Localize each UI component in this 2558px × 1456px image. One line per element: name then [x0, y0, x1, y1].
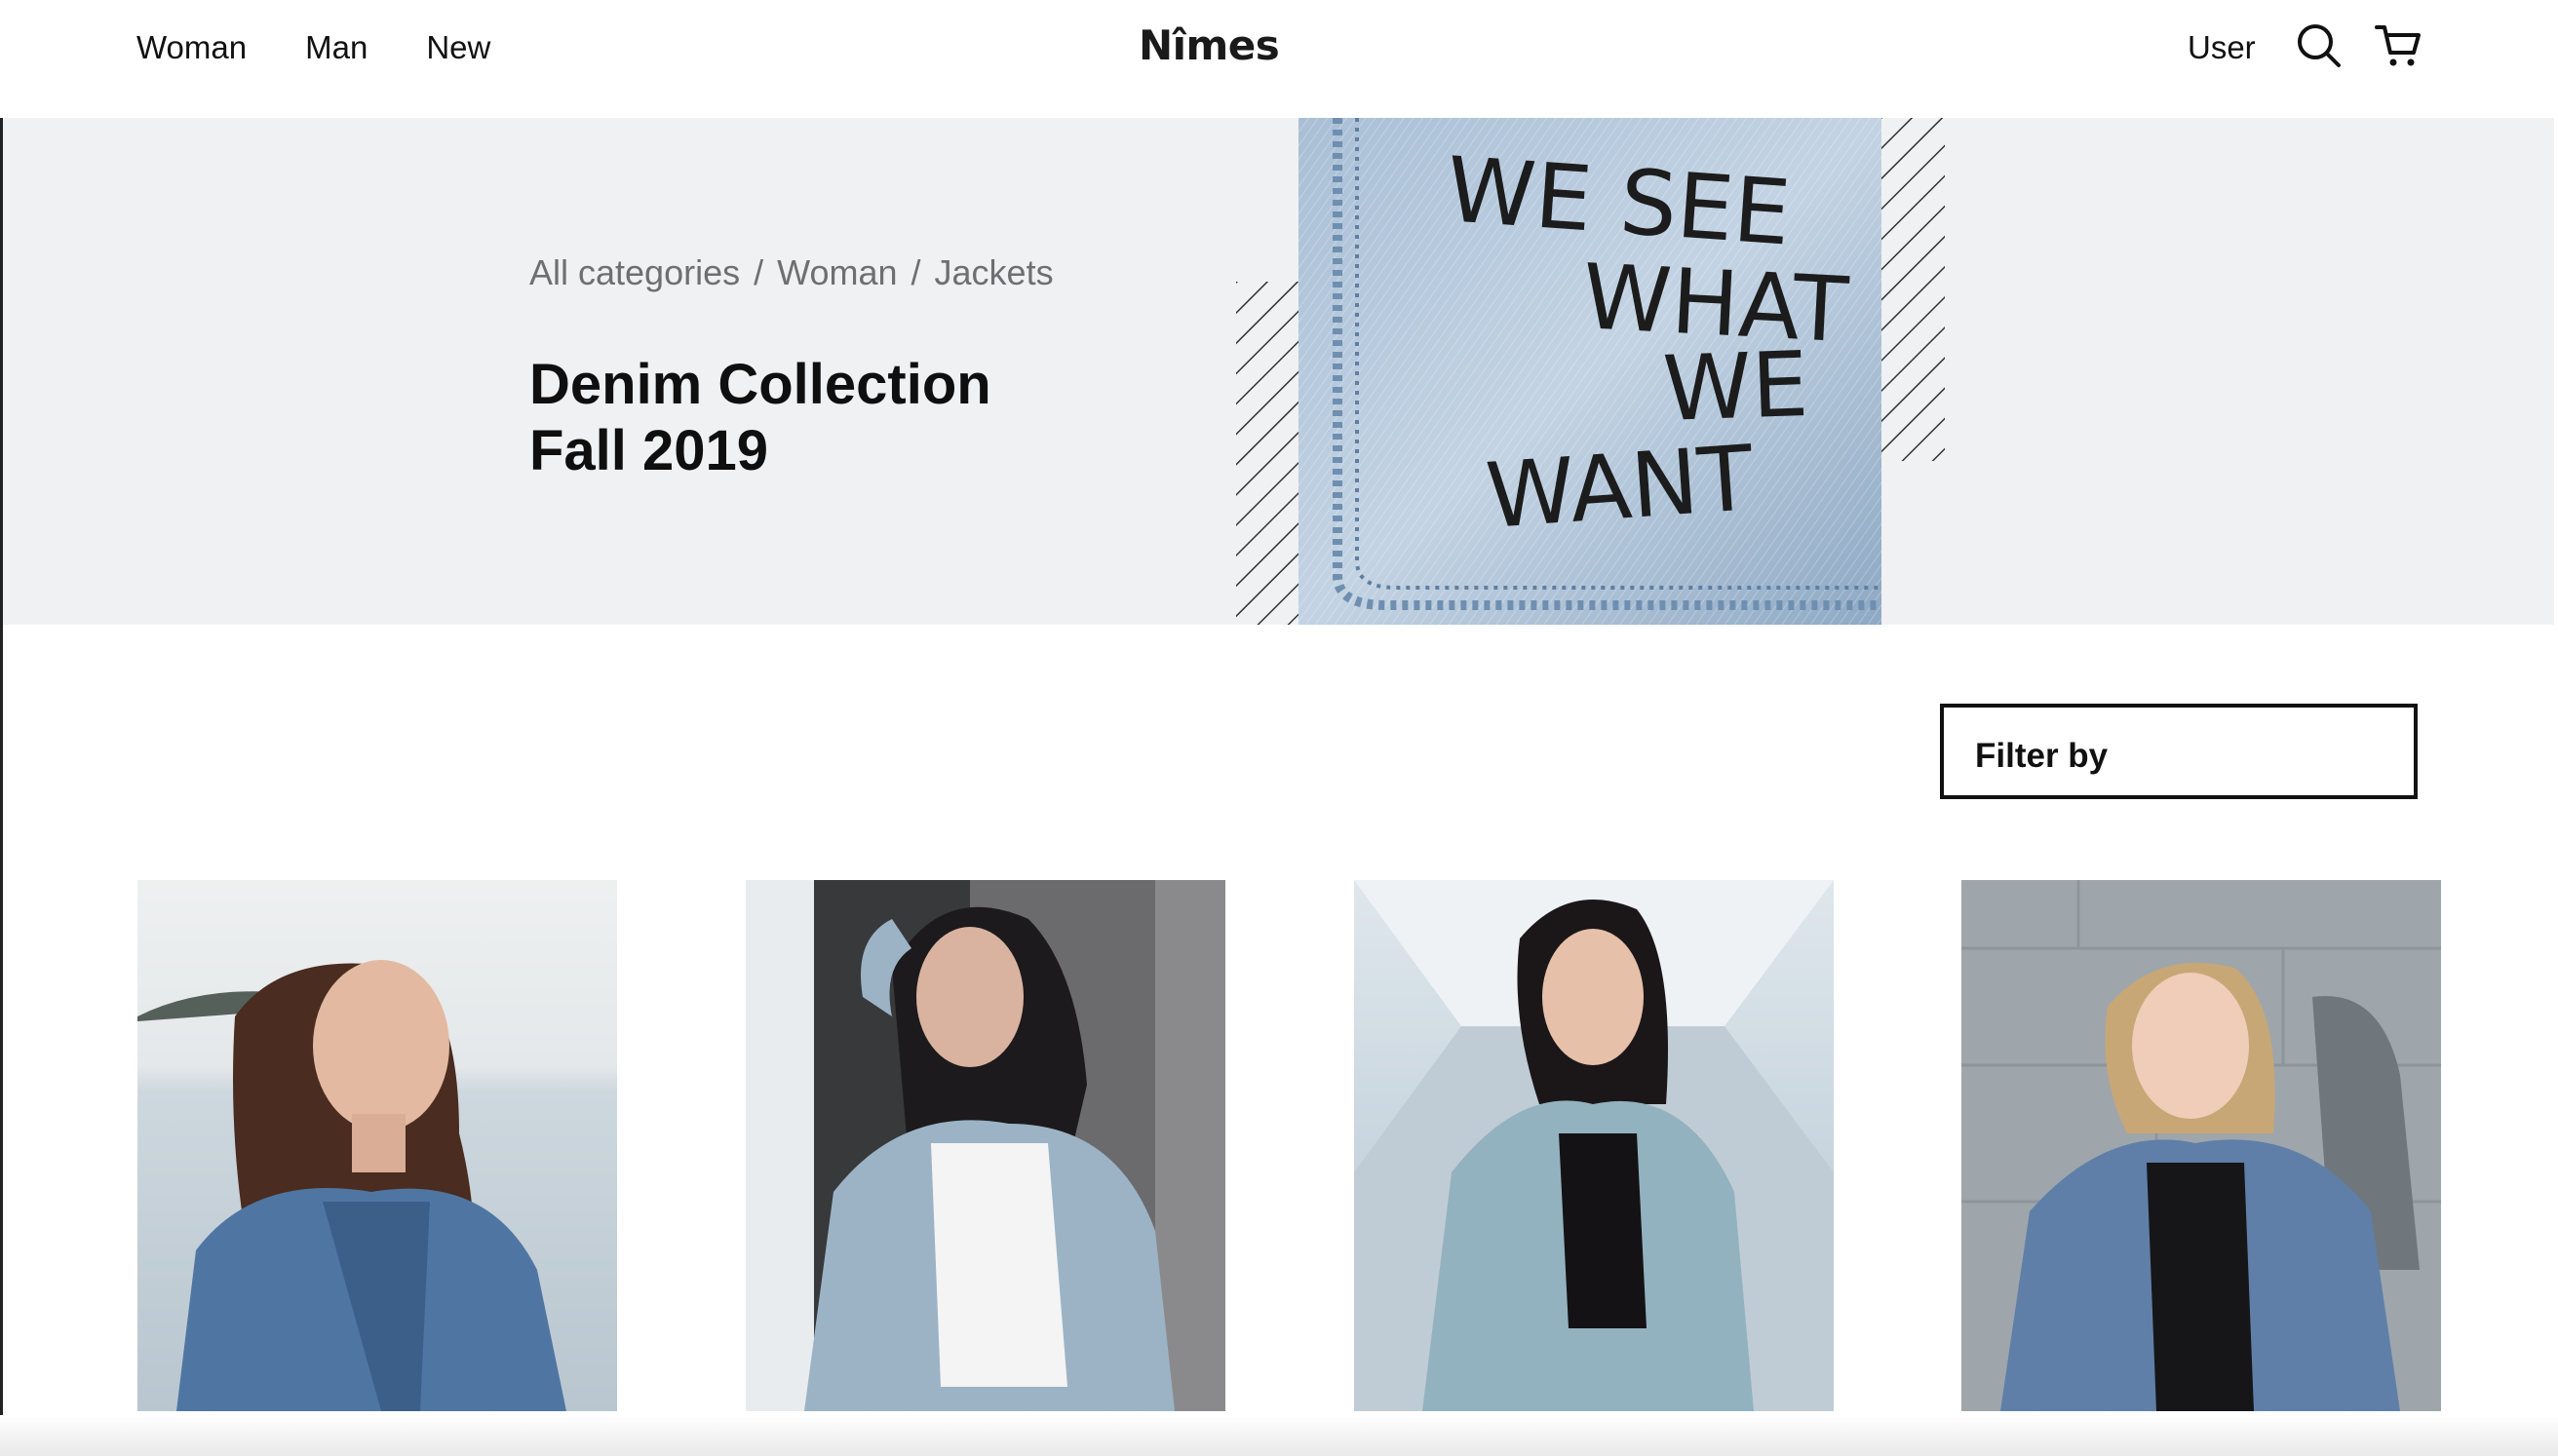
- breadcrumb-separator: /: [754, 252, 764, 292]
- product-image-2: [746, 880, 1225, 1411]
- hero-banner: All categories / Woman / Jackets Denim C…: [3, 118, 2554, 625]
- page-title-line-1: Denim Collection: [529, 353, 991, 416]
- nav-new[interactable]: New: [426, 29, 490, 66]
- nav-woman[interactable]: Woman: [136, 29, 247, 66]
- product-image-3: [1354, 880, 1834, 1411]
- breadcrumb-all-categories[interactable]: All categories: [529, 252, 740, 293]
- site-logo[interactable]: Nîmes: [1139, 21, 1280, 69]
- breadcrumb-jackets[interactable]: Jackets: [935, 252, 1054, 293]
- breadcrumb-woman[interactable]: Woman: [777, 252, 897, 293]
- product-image-1: [137, 880, 617, 1411]
- breadcrumb: All categories / Woman / Jackets: [529, 252, 1054, 293]
- search-icon[interactable]: [2295, 21, 2344, 70]
- hero-denim-image: WE SEE WHAT WE WANT: [1298, 118, 1881, 625]
- product-card-3[interactable]: [1354, 880, 1834, 1411]
- hatch-decoration-right: [1880, 118, 1945, 461]
- user-link[interactable]: User: [2188, 29, 2256, 66]
- page-title-line-2: Fall 2019: [529, 419, 769, 482]
- nav-man[interactable]: Man: [305, 29, 368, 66]
- product-image-4: [1961, 880, 2441, 1411]
- hatch-decoration-left: [1236, 282, 1300, 625]
- breadcrumb-separator: /: [911, 252, 921, 292]
- product-card-4[interactable]: [1961, 880, 2441, 1411]
- main-nav: Woman Man New: [136, 29, 490, 66]
- page-title: Denim Collection Fall 2019: [529, 352, 991, 484]
- product-card-1[interactable]: [137, 880, 617, 1411]
- filter-label: Filter by: [1975, 737, 2109, 775]
- hero-image-text-4: WANT: [1483, 426, 1757, 549]
- bottom-fade: [0, 1415, 2558, 1456]
- cart-icon[interactable]: [2375, 21, 2423, 70]
- product-card-2[interactable]: [746, 880, 1225, 1411]
- site-header: Woman Man New Nîmes User: [0, 0, 2558, 118]
- filter-button[interactable]: Filter by: [1940, 704, 2418, 799]
- hero-image-text-3: WE: [1661, 332, 1810, 441]
